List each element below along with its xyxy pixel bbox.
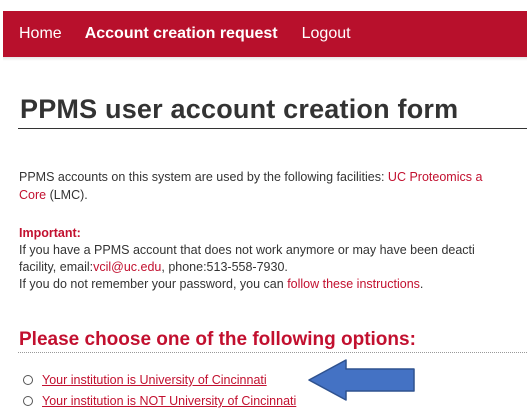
nav-account-creation-request-link[interactable]: Account creation request	[85, 25, 278, 43]
top-strip	[0, 0, 527, 11]
intro-suffix: (LMC).	[46, 188, 88, 202]
option-uc-link[interactable]: Your institution is University of Cincin…	[42, 373, 267, 387]
facility-link-core[interactable]: Core	[19, 188, 46, 202]
intro-line-2: Core (LMC).	[19, 188, 88, 202]
important-heading: Important:	[19, 226, 81, 240]
navbar-shadow	[3, 57, 527, 61]
nav-home-link[interactable]: Home	[19, 25, 62, 43]
important-line-3: If you do not remember your password, yo…	[19, 277, 423, 291]
important-line-1: If you have a PPMS account that does not…	[19, 243, 475, 257]
facility-link-proteomics[interactable]: UC Proteomics a	[388, 170, 482, 184]
password-text: If you do not remember your password, yo…	[19, 277, 288, 291]
title-divider	[18, 128, 527, 129]
options-divider	[18, 352, 527, 353]
options-heading: Please choose one of the following optio…	[19, 329, 416, 350]
option-not-uc[interactable]: Your institution is NOT University of Ci…	[23, 394, 296, 408]
password-suffix: .	[419, 277, 424, 291]
intro-text: PPMS accounts on this system are used by…	[19, 170, 388, 184]
email-link[interactable]: vcil@uc.edu	[93, 260, 161, 274]
option-not-uc-link[interactable]: Your institution is NOT University of Ci…	[42, 394, 296, 408]
arrow-left-icon	[308, 359, 415, 401]
phone-text: , phone:513-558-7930.	[161, 260, 288, 274]
intro-line-1: PPMS accounts on this system are used by…	[19, 170, 482, 184]
contact-prefix: facility, email:	[19, 260, 94, 274]
radio-uc[interactable]	[23, 375, 33, 385]
option-uc[interactable]: Your institution is University of Cincin…	[23, 373, 267, 387]
page-title: PPMS user account creation form	[20, 94, 459, 124]
important-line-2: facility, email:vcil@uc.edu, phone:513-5…	[19, 260, 288, 274]
password-instructions-link[interactable]: follow these instructions	[287, 277, 420, 291]
navbar: Home Account creation request Logout	[3, 11, 527, 57]
radio-not-uc[interactable]	[23, 396, 33, 406]
nav-logout-link[interactable]: Logout	[302, 25, 351, 43]
